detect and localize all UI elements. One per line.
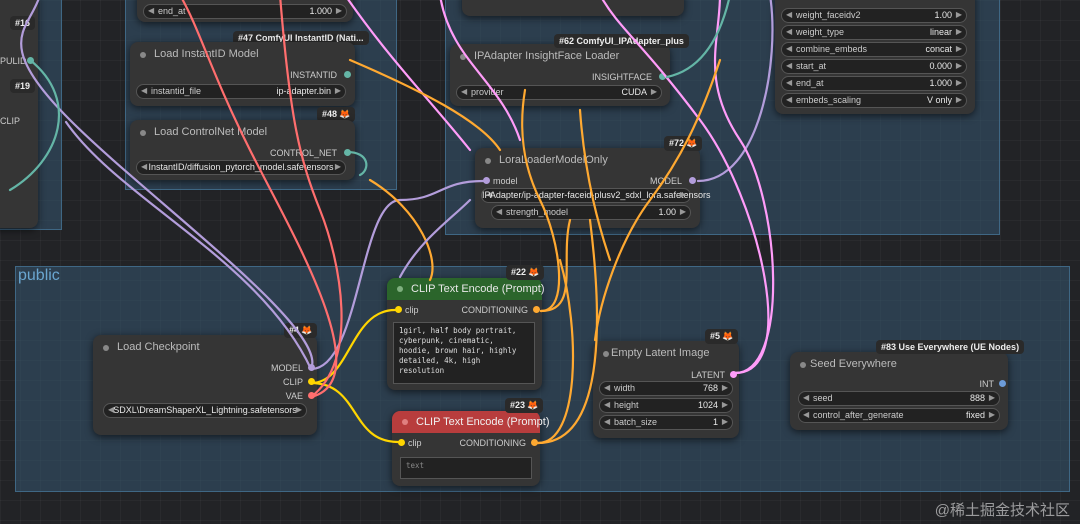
- latent-wire: [347, 0, 472, 152]
- latent-wire: [439, 0, 522, 142]
- node-canvas[interactable]: public #16 PULID #19 CLIP ◀ end_at 1.000…: [0, 0, 1080, 524]
- other-wire: [665, 0, 730, 79]
- other-wire: [345, 150, 368, 177]
- vae-wire: [181, 0, 338, 399]
- conditioning-wire: [578, 108, 612, 262]
- conditioning-wire: [348, 58, 502, 152]
- connection-wires: [8, 0, 775, 445]
- conditioning-wire: [593, 58, 722, 342]
- watermark: @稀土掘金技术社区: [934, 502, 1070, 519]
- latent-wire: [601, 0, 770, 375]
- clip-wire: [309, 308, 397, 385]
- lora-to-clip-wire: [398, 198, 472, 279]
- latent-wire: [713, 0, 775, 375]
- model-wire: [64, 120, 313, 371]
- vae-wire: [279, 0, 343, 399]
- conditioning-wire: [368, 178, 434, 282]
- conditioning-wire: [521, 88, 561, 313]
- conditioning-wire: [536, 258, 575, 445]
